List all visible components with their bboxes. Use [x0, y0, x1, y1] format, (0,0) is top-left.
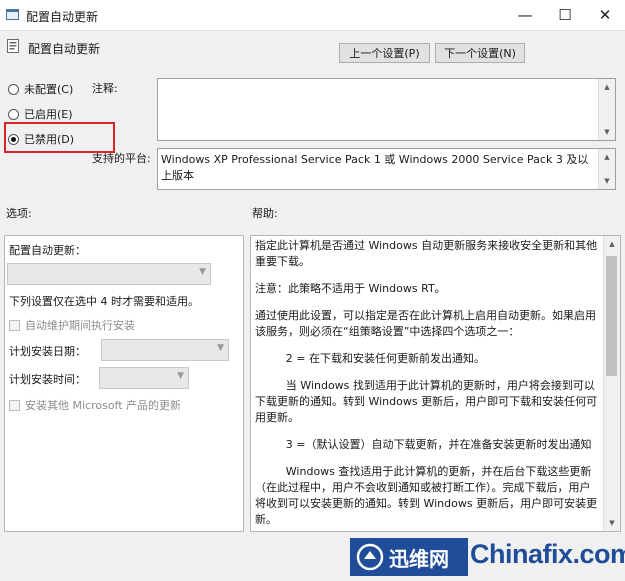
comment-textarea[interactable]: ▲ ▼: [157, 78, 616, 141]
policy-title: 配置自动更新: [28, 42, 101, 56]
schedule-day-label: 计划安装日期：: [9, 345, 86, 358]
help-scrollbar[interactable]: ▲ ▼: [603, 236, 620, 531]
maintenance-checkbox-box[interactable]: [9, 319, 20, 331]
help-paragraph: 当 Windows 找到适用于此计算机的更新时，用户将会接到可以下载更新的通知。…: [255, 379, 598, 424]
help-paragraph: 2 = 在下载和安装任何更新前发出通知。: [285, 352, 486, 365]
schedule-time-label: 计划安装时间：: [9, 373, 86, 386]
watermark-logo: 迅维网: [350, 538, 468, 576]
options-note: 下列设置仅在选中 4 时才需要和适用。: [9, 295, 199, 308]
auto-update-select[interactable]: ▼: [7, 263, 211, 285]
policy-setting-icon: [7, 39, 19, 53]
close-icon: ✕: [598, 6, 612, 24]
other-products-checkbox-box[interactable]: [9, 399, 20, 411]
watermark-logo-icon: [356, 543, 384, 571]
policy-window-icon: [6, 9, 19, 20]
radio-not-configured-dot[interactable]: [8, 83, 19, 95]
previous-setting-button[interactable]: 上一个设置(P): [339, 43, 430, 63]
comment-label: 注释:: [92, 82, 118, 95]
other-products-checkbox-label: 安装其他 Microsoft 产品的更新: [25, 399, 182, 412]
maintenance-checkbox-label: 自动维护期间执行安装: [25, 319, 135, 332]
help-scroll-thumb[interactable]: [606, 256, 617, 376]
window-title: 配置自动更新: [26, 10, 99, 24]
scroll-down-icon[interactable]: ▼: [599, 173, 615, 189]
title-bar: 配置自动更新 — ☐ ✕: [0, 0, 625, 31]
platform-value: Windows XP Professional Service Pack 1 或…: [161, 153, 589, 182]
help-panel: 指定此计算机是否通过 Windows 自动更新服务来接收安全更新和其他重要下载。…: [250, 235, 621, 532]
scroll-down-icon[interactable]: ▼: [599, 124, 615, 140]
selection-highlight-box: [4, 122, 115, 153]
minimize-icon: —: [517, 6, 533, 24]
help-paragraph: Windows 查找适用于此计算机的更新，并在后台下载这些更新（在此过程中，用户…: [255, 465, 598, 526]
help-paragraph: 注意：此策略不适用于 Windows RT。: [255, 282, 446, 295]
chevron-down-icon: ▼: [199, 267, 206, 277]
maximize-icon: ☐: [558, 6, 572, 24]
close-button[interactable]: ✕: [585, 0, 625, 30]
help-paragraph: 3 =（默认设置）自动下载更新，并在准备安装更新时发出通知: [285, 438, 592, 451]
help-paragraph: 通过使用此设置，可以指定是否在此计算机上启用自动更新。如果启用该服务，则必须在“…: [255, 309, 596, 338]
platform-scrollbar[interactable]: ▲ ▼: [598, 149, 615, 189]
scroll-down-icon[interactable]: ▼: [604, 515, 620, 531]
radio-enabled-dot[interactable]: [8, 108, 19, 120]
platform-label: 支持的平台:: [92, 152, 151, 165]
schedule-day-select[interactable]: ▼: [101, 339, 229, 361]
next-setting-button[interactable]: 下一个设置(N): [435, 43, 525, 63]
options-panel: 配置自动更新： ▼ 下列设置仅在选中 4 时才需要和适用。 自动维护期间执行安装…: [4, 235, 244, 532]
chevron-down-icon: ▼: [177, 371, 184, 381]
help-heading: 帮助:: [252, 207, 278, 220]
chevron-down-icon: ▼: [217, 343, 224, 353]
other-products-checkbox[interactable]: 安装其他 Microsoft 产品的更新: [9, 397, 181, 413]
platform-field: Windows XP Professional Service Pack 1 或…: [157, 148, 616, 190]
scroll-up-icon[interactable]: ▲: [599, 79, 615, 95]
minimize-button[interactable]: —: [505, 0, 545, 30]
watermark-brand: 迅维网: [389, 546, 449, 571]
scroll-up-icon[interactable]: ▲: [604, 236, 620, 252]
maintenance-install-checkbox[interactable]: 自动维护期间执行安装: [9, 317, 135, 333]
auto-update-label: 配置自动更新：: [9, 244, 86, 257]
schedule-time-select[interactable]: ▼: [99, 367, 189, 389]
help-paragraph: 指定此计算机是否通过 Windows 自动更新服务来接收安全更新和其他重要下载。: [255, 239, 598, 268]
options-heading: 选项:: [6, 207, 32, 220]
maximize-button[interactable]: ☐: [545, 0, 585, 30]
radio-enabled-label: 已启用(E): [24, 108, 73, 121]
help-text: 指定此计算机是否通过 Windows 自动更新服务来接收安全更新和其他重要下载。…: [255, 238, 601, 531]
scroll-up-icon[interactable]: ▲: [599, 149, 615, 165]
radio-not-configured-label: 未配置(C): [24, 83, 74, 96]
comment-scrollbar[interactable]: ▲ ▼: [598, 79, 615, 140]
radio-not-configured[interactable]: 未配置(C): [8, 81, 73, 97]
radio-enabled[interactable]: 已启用(E): [8, 106, 73, 122]
watermark-site: Chinafix.com: [470, 539, 625, 569]
